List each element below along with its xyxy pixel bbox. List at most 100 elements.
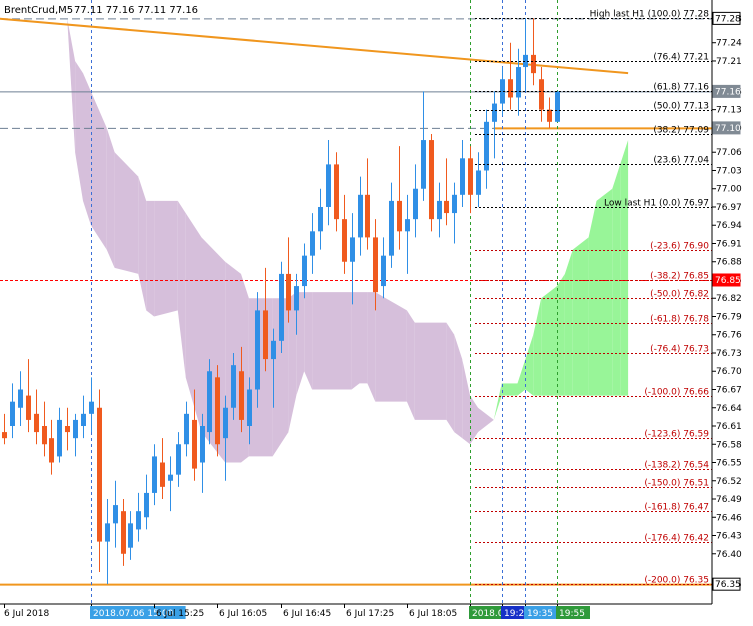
time-tick-label: 19:35 <box>527 609 553 619</box>
price-tick-label: 76.43 <box>716 532 742 542</box>
cloud-segment <box>248 298 273 457</box>
candle-body <box>539 79 544 110</box>
candle-body <box>310 231 315 256</box>
chart-container[interactable]: High last H1 (100.0) 77.28 (76.4) 77.21 (6… <box>0 0 753 622</box>
candle-body <box>365 194 370 238</box>
candle-body <box>255 310 260 390</box>
cloud-segment <box>367 292 376 402</box>
candle-body <box>128 523 133 548</box>
cloud-segment <box>557 273 565 396</box>
time-tick-label: 6 Jul 16:45 <box>283 609 331 619</box>
fib-level-label: (-100.0) 76.66 <box>644 388 709 398</box>
price-badge-label: 77.10 <box>715 124 741 134</box>
price-badge-label: 76.85 <box>715 276 741 286</box>
candle-body <box>34 413 39 433</box>
cloud-segment <box>201 237 226 463</box>
candle-body <box>168 474 173 481</box>
price-tick-label: 76.73 <box>716 349 742 359</box>
price-tick-label: 77.00 <box>716 185 742 195</box>
cloud-segment <box>359 292 368 384</box>
price-chart[interactable]: High last H1 (100.0) 77.28 (76.4) 77.21 (6… <box>0 0 753 622</box>
price-tick-label: 77.21 <box>716 57 742 67</box>
fib-level-label: Low last H1 (0.0) 76.97 <box>604 199 709 209</box>
fib-level-label: (23.6) 77.04 <box>653 156 709 166</box>
fib-level-label: (-38.2) 76.85 <box>650 272 709 282</box>
candle-body <box>468 158 473 195</box>
cloud-segment <box>320 292 352 390</box>
fib-level-label: (-61.8) 76.78 <box>650 315 709 325</box>
candle-body <box>223 407 228 439</box>
candle-body <box>271 340 276 360</box>
candle-body <box>263 310 268 360</box>
cloud-segment <box>572 237 589 396</box>
candle-body <box>121 511 126 554</box>
cloud-segment <box>620 140 629 396</box>
price-tick-label: 76.46 <box>716 513 742 523</box>
price-badge-label: 77.28 <box>715 14 741 24</box>
candle-body <box>136 511 141 530</box>
price-tick-label: 76.58 <box>716 440 742 450</box>
time-tick-label: 6 Jul 15:25 <box>156 609 204 619</box>
price-tick-label: 76.91 <box>716 239 742 249</box>
candle-body <box>286 273 291 311</box>
candle-body <box>192 419 197 469</box>
cloud-segment <box>83 73 91 226</box>
candle-body <box>215 377 220 445</box>
price-tick-label: 76.76 <box>716 331 742 341</box>
candle-body <box>381 255 386 287</box>
fib-level-label: (38.2) 77.09 <box>653 126 709 136</box>
candle-body <box>516 67 521 98</box>
price-tick-label: 76.94 <box>716 221 742 231</box>
candle-body <box>421 140 426 189</box>
candle-body <box>413 188 418 220</box>
candle-body <box>389 200 394 256</box>
candle-body <box>318 206 323 232</box>
candle-body <box>89 401 94 414</box>
candle-body <box>444 200 449 214</box>
cloud-segment <box>446 322 455 433</box>
candle-body <box>152 456 157 493</box>
candle-body <box>65 426 70 433</box>
fib-level-label: (-23.6) 76.90 <box>650 242 709 252</box>
candle-body <box>231 365 236 408</box>
price-tick-label: 76.40 <box>716 550 742 560</box>
cloud-segment <box>564 249 573 396</box>
candle-body <box>49 438 54 463</box>
candle-body <box>239 371 244 420</box>
candle-body <box>405 219 410 232</box>
candle-body <box>10 401 15 427</box>
symbol-label: BrentCrud,M5 <box>4 5 73 16</box>
candle <box>279 261 284 353</box>
price-tick-label: 76.67 <box>716 385 742 395</box>
candle <box>215 365 220 457</box>
cloud-segment <box>351 292 360 390</box>
candle-body <box>176 444 181 475</box>
candle-body <box>358 194 363 238</box>
candle-body <box>452 194 457 214</box>
candle-body <box>373 237 378 293</box>
price-tick-label: 76.79 <box>716 312 742 322</box>
candle-body <box>531 54 536 74</box>
price-tick-label: 77.13 <box>716 106 742 116</box>
candle-body <box>547 109 552 122</box>
candle-body <box>326 164 331 207</box>
candle-body <box>476 170 481 195</box>
price-tick-label: 76.61 <box>716 422 742 432</box>
candle <box>207 359 212 445</box>
candle-body <box>429 140 434 220</box>
candle-body <box>144 492 149 518</box>
candle-body <box>2 432 7 439</box>
cloud-segment <box>106 127 115 268</box>
fib-level-label: (-76.4) 76.73 <box>650 345 709 355</box>
ohlc-readout: 77.11 77.16 77.11 77.16 <box>74 5 198 16</box>
price-tick-label: 76.97 <box>716 203 742 213</box>
candle-body <box>302 255 307 287</box>
cloud-segment <box>312 292 320 390</box>
fib-level-label: (-123.6) 76.59 <box>644 430 709 440</box>
price-tick-label: 76.70 <box>716 367 742 377</box>
candle-body <box>42 426 47 445</box>
candle-body <box>523 54 528 68</box>
candle-body <box>73 419 78 439</box>
candle-body <box>81 413 86 427</box>
price-badge-label: 77.16 <box>715 87 741 97</box>
